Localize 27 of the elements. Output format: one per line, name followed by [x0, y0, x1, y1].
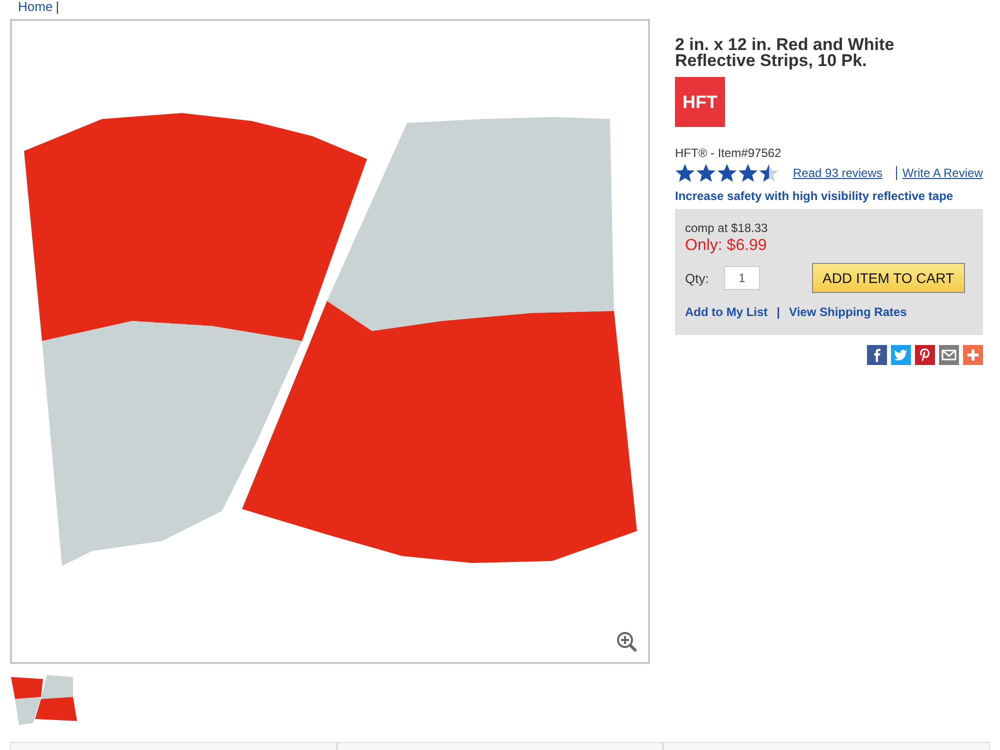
shipping-rates-link[interactable]: View Shipping Rates	[789, 305, 907, 319]
link-separator: |	[776, 305, 780, 319]
write-review-link[interactable]: Write A Review	[896, 166, 983, 180]
product-tagline: Increase safety with high visibility reflective tape	[675, 189, 954, 203]
email-icon[interactable]	[939, 345, 959, 365]
star-icon	[717, 163, 737, 183]
product-title: 2 in. x 12 in. Red and White Reflective Strips, 10 Pk.	[675, 37, 896, 69]
product-thumbnail[interactable]	[10, 674, 78, 726]
star-icon	[675, 163, 695, 183]
star-icon	[759, 163, 779, 183]
quantity-label: Qty:	[685, 270, 710, 286]
facebook-icon[interactable]	[867, 345, 887, 365]
add-to-list-link[interactable]: Add to My List	[685, 305, 768, 319]
twitter-icon[interactable]	[891, 345, 911, 365]
zoom-in-icon[interactable]	[617, 632, 638, 652]
star-icon	[696, 163, 716, 183]
add-to-cart-button[interactable]: ADD ITEM TO CART	[812, 263, 965, 293]
breadcrumb-separator: |	[56, 0, 60, 13]
home-link[interactable]: Home	[18, 0, 53, 13]
pinterest-icon[interactable]	[915, 345, 935, 365]
star-icon	[738, 163, 758, 183]
sale-price: Only: $6.99	[685, 237, 768, 255]
read-reviews-link[interactable]: Read 93 reviews	[793, 166, 882, 180]
quantity-field[interactable]: 1	[724, 266, 760, 290]
comparison-price: comp at $18.33	[685, 221, 769, 235]
brand-item-number: HFT® - Item#97562	[675, 146, 782, 160]
plus-icon[interactable]	[963, 345, 983, 365]
